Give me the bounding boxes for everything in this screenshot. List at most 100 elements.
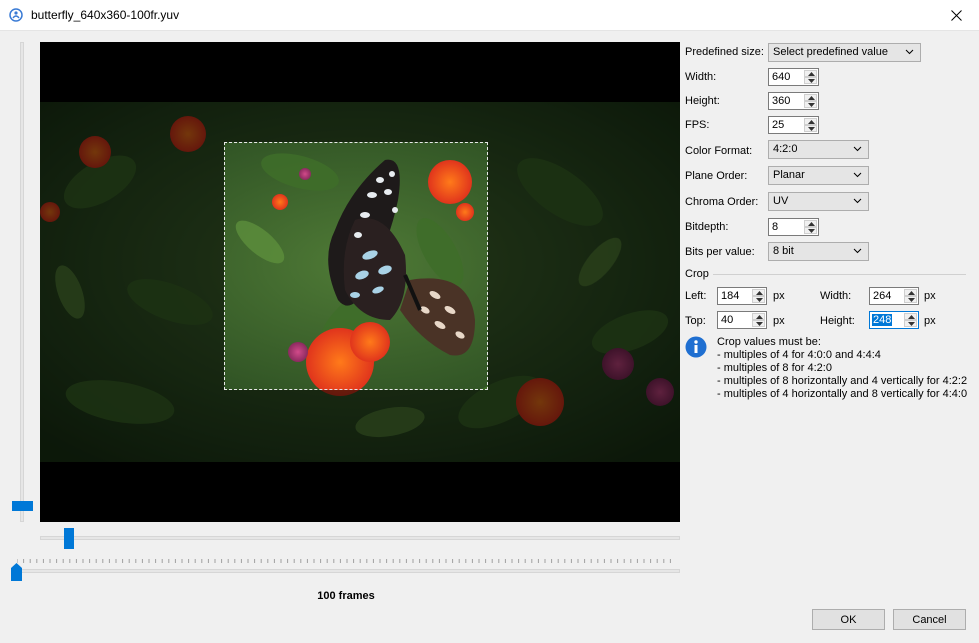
plane-order-label: Plane Order: xyxy=(685,170,748,182)
color-format-label: Color Format: xyxy=(685,145,753,157)
chroma-order-select[interactable]: UV xyxy=(768,192,869,211)
horizontal-slider-track[interactable] xyxy=(40,536,680,540)
color-format-select[interactable]: 4:2:0 xyxy=(768,140,869,159)
arrow-up-icon xyxy=(808,120,815,124)
crop-width-spinbox[interactable]: 264 xyxy=(869,287,919,305)
crop-info-line: - multiples of 4 horizontally and 8 vert… xyxy=(717,388,968,400)
crop-info-text: Crop values must be: - multiples of 4 fo… xyxy=(717,336,967,401)
crop-height-value: 248 xyxy=(872,314,893,326)
frame-count-label: 100 frames xyxy=(317,590,375,602)
preview-frame xyxy=(40,102,680,462)
crop-dim-right xyxy=(488,142,680,390)
crop-width-down-button[interactable] xyxy=(904,296,917,303)
arrow-up-icon xyxy=(908,291,915,295)
crop-rectangle[interactable] xyxy=(224,142,488,390)
fps-up-button[interactable] xyxy=(804,118,817,125)
predefined-size-select[interactable]: Select predefined value xyxy=(768,43,921,62)
crop-info-heading: Crop values must be: xyxy=(717,336,821,348)
title-bar: butterfly_640x360-100fr.yuv xyxy=(0,0,979,31)
width-down-button[interactable] xyxy=(804,77,817,84)
arrow-down-icon xyxy=(808,127,815,131)
fps-spinbox[interactable]: 25 xyxy=(768,116,819,134)
crop-dim-left xyxy=(40,142,224,390)
bitdepth-down-button[interactable] xyxy=(804,227,817,234)
bitdepth-value: 8 xyxy=(772,221,779,233)
crop-dim-top xyxy=(40,102,680,142)
chevron-down-icon xyxy=(853,248,862,254)
horizontal-slider-handle[interactable] xyxy=(64,528,74,549)
crop-width-unit: px xyxy=(924,290,936,302)
crop-top-value: 40 xyxy=(721,314,734,326)
app-icon xyxy=(9,8,23,22)
crop-width-value: 264 xyxy=(873,290,892,302)
crop-left-label: Left: xyxy=(685,290,707,302)
crop-top-up-button[interactable] xyxy=(752,313,765,320)
plane-order-select[interactable]: Planar xyxy=(768,166,869,185)
chroma-order-value: UV xyxy=(773,195,789,207)
crop-height-up-button[interactable] xyxy=(904,313,917,320)
crop-height-spinbox[interactable]: 248 xyxy=(869,311,919,329)
chevron-down-icon xyxy=(853,172,862,178)
crop-left-up-button[interactable] xyxy=(752,289,765,296)
frame-slider-track[interactable] xyxy=(15,569,680,573)
crop-height-label: Height: xyxy=(820,315,855,327)
bitdepth-up-button[interactable] xyxy=(804,220,817,227)
bits-per-value-value: 8 bit xyxy=(773,245,794,257)
arrow-down-icon xyxy=(808,229,815,233)
close-icon xyxy=(950,10,962,21)
height-spinbox[interactable]: 360 xyxy=(768,92,819,110)
chevron-down-icon xyxy=(853,198,862,204)
window-title: butterfly_640x360-100fr.yuv xyxy=(31,8,180,22)
arrow-down-icon xyxy=(908,298,915,302)
bits-per-value-select[interactable]: 8 bit xyxy=(768,242,869,261)
crop-height-down-button[interactable] xyxy=(904,320,917,327)
bitdepth-spinbox[interactable]: 8 xyxy=(768,218,819,236)
crop-height-unit: px xyxy=(924,315,936,327)
arrow-up-icon xyxy=(756,315,763,319)
arrow-up-icon xyxy=(908,315,915,319)
close-button[interactable] xyxy=(933,0,979,31)
crop-width-label: Width: xyxy=(820,290,852,302)
height-down-button[interactable] xyxy=(804,101,817,108)
ok-button[interactable]: OK xyxy=(812,609,885,630)
arrow-up-icon xyxy=(808,222,815,226)
arrow-down-icon xyxy=(756,298,763,302)
arrow-down-icon xyxy=(756,322,763,326)
height-up-button[interactable] xyxy=(804,94,817,101)
crop-top-unit: px xyxy=(773,315,785,327)
crop-left-value: 184 xyxy=(721,290,740,302)
height-value: 360 xyxy=(772,95,791,107)
fps-down-button[interactable] xyxy=(804,125,817,132)
arrow-down-icon xyxy=(908,322,915,326)
arrow-up-icon xyxy=(756,291,763,295)
fps-value: 25 xyxy=(772,119,785,131)
arrow-up-icon xyxy=(808,96,815,100)
crop-left-spinbox[interactable]: 184 xyxy=(717,287,767,305)
chroma-order-label: Chroma Order: xyxy=(685,196,759,208)
vertical-slider-handle[interactable] xyxy=(12,501,33,511)
width-spinbox[interactable]: 640 xyxy=(768,68,819,86)
arrow-down-icon xyxy=(808,103,815,107)
width-up-button[interactable] xyxy=(804,70,817,77)
predefined-size-value: Select predefined value xyxy=(773,46,888,58)
crop-top-label: Top: xyxy=(685,315,706,327)
crop-left-unit: px xyxy=(773,290,785,302)
vertical-slider-track[interactable] xyxy=(20,42,24,522)
plane-order-value: Planar xyxy=(773,169,805,181)
bitdepth-label: Bitdepth: xyxy=(685,221,729,233)
width-label: Width: xyxy=(685,71,717,83)
crop-top-spinbox[interactable]: 40 xyxy=(717,311,767,329)
width-value: 640 xyxy=(772,71,791,83)
crop-width-up-button[interactable] xyxy=(904,289,917,296)
fps-label: FPS: xyxy=(685,119,710,131)
crop-info-line: - multiples of 8 for 4:2:0 xyxy=(717,362,832,374)
crop-dim-bottom xyxy=(40,390,680,462)
crop-left-down-button[interactable] xyxy=(752,296,765,303)
crop-info-line: - multiples of 8 horizontally and 4 vert… xyxy=(717,375,968,387)
height-label: Height: xyxy=(685,95,720,107)
cancel-button[interactable]: Cancel xyxy=(893,609,966,630)
info-icon xyxy=(685,336,707,358)
crop-top-down-button[interactable] xyxy=(752,320,765,327)
chevron-down-icon xyxy=(853,146,862,152)
frame-slider-handle[interactable] xyxy=(11,563,22,581)
